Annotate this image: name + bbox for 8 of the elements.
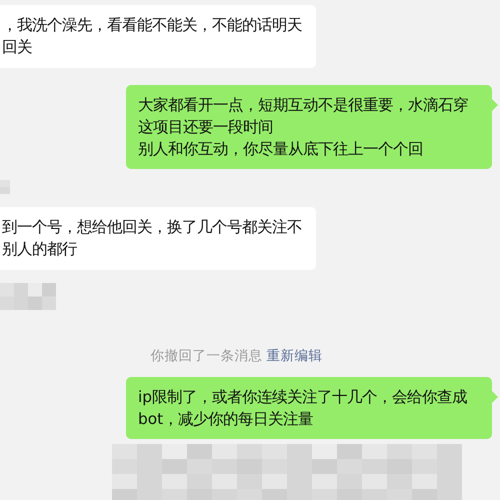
message-text: 大家都看开一点，短期互动不是很重要，水滴石穿这项目还要一段时间 bbox=[138, 95, 469, 138]
recall-notice: 你撤回了一条消息 bbox=[150, 347, 262, 365]
re-edit-link[interactable]: 重新编辑 bbox=[266, 347, 322, 365]
message-bubble: 到一个号，想给他回关，换了几个号都关注不别人的都行 bbox=[0, 207, 316, 270]
message-bubble: ，我洗个澡先，看看能不能关，不能的话明天回关 bbox=[0, 5, 316, 68]
redacted-block bbox=[0, 180, 10, 194]
message-text: 别人和你互动，你尽量从底下往上一个个回 bbox=[138, 139, 424, 160]
message-text: ip限制了，或者你连续关注了十几个，会给你查成bot，减少你的每日关注量 bbox=[138, 387, 468, 430]
